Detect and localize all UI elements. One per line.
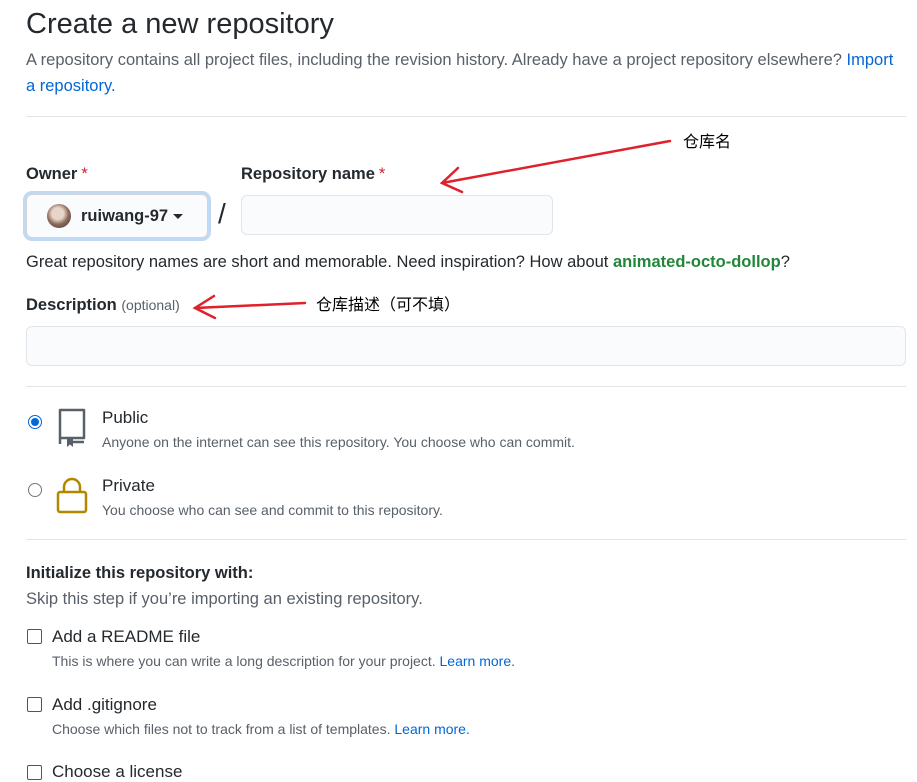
visibility-public-desc: Anyone on the internet can see this repo…	[102, 434, 575, 450]
visibility-public-radio[interactable]	[28, 415, 42, 429]
readme-title: Add a README file	[52, 627, 201, 646]
readme-checkbox[interactable]	[27, 629, 42, 644]
gitignore-learn-more-link[interactable]: Learn more.	[394, 721, 469, 737]
readme-desc: This is where you can write a long descr…	[52, 653, 515, 669]
readme-desc-text: This is where you can write a long descr…	[52, 653, 436, 669]
annotation-description: 仓库描述（可不填）	[316, 295, 461, 314]
gitignore-desc: Choose which files not to track from a l…	[52, 721, 470, 737]
initialize-heading: Initialize this repository with:	[26, 564, 254, 582]
gitignore-checkbox[interactable]	[27, 697, 42, 712]
license-checkbox[interactable]	[27, 765, 42, 780]
gitignore-title: Add .gitignore	[52, 695, 157, 714]
readme-learn-more-link[interactable]: Learn more.	[440, 653, 515, 669]
description-arrow-line	[193, 301, 307, 310]
visibility-public-title: Public	[102, 408, 149, 427]
divider	[26, 539, 906, 540]
repo-name-arrow-line	[440, 139, 672, 185]
gitignore-desc-text: Choose which files not to track from a l…	[52, 721, 391, 737]
divider	[26, 386, 906, 387]
repo-book-icon	[58, 408, 86, 447]
annotation-repo-name: 仓库名	[683, 132, 732, 151]
visibility-private-title: Private	[102, 476, 155, 495]
initialize-subheading: Skip this step if you’re importing an ex…	[26, 590, 423, 608]
license-title: Choose a license	[52, 762, 183, 781]
lock-icon	[56, 477, 88, 514]
visibility-private-desc: You choose who can see and commit to thi…	[102, 502, 443, 518]
visibility-private-radio[interactable]	[28, 483, 42, 497]
